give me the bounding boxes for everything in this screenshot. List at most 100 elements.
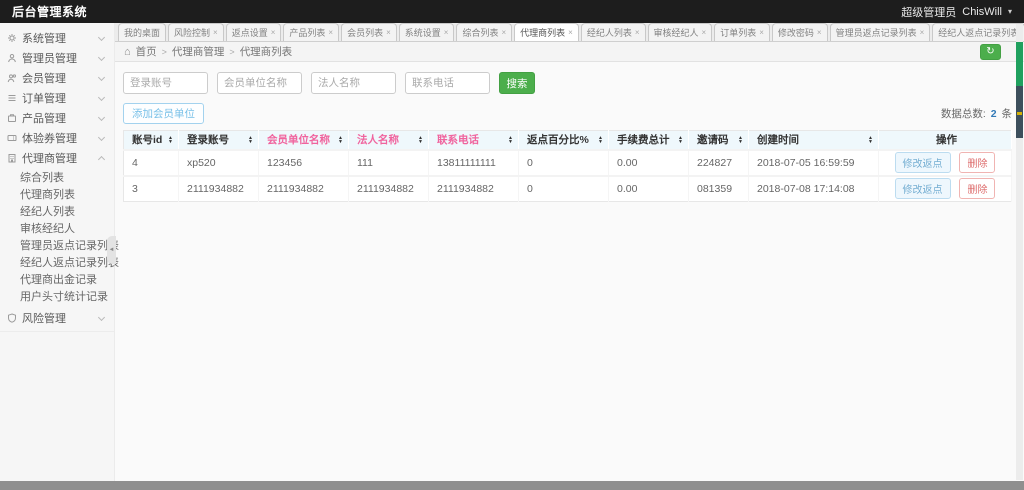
close-icon[interactable]: × [328, 28, 333, 37]
member-unit-name-input[interactable] [217, 72, 302, 94]
close-icon[interactable]: × [635, 28, 640, 37]
close-icon[interactable]: × [817, 28, 822, 37]
sort-icon[interactable]: ▲ ▼ [168, 135, 173, 144]
tab-member-list[interactable]: 会员列表 × [341, 23, 397, 41]
sort-icon[interactable]: ▲ ▼ [508, 135, 513, 144]
contact-phone-input[interactable] [405, 72, 490, 94]
tab-product-list[interactable]: 产品列表 × [283, 23, 340, 41]
close-icon[interactable]: × [501, 28, 506, 37]
cell-operations: 修改返点 删除 [878, 174, 1012, 202]
sidebar-item-label: 风险管理 [22, 313, 66, 325]
tab-risk-control[interactable]: 风险控制 × [168, 23, 224, 41]
tab-order-list[interactable]: 订单列表 × [714, 23, 770, 41]
close-icon[interactable]: × [702, 28, 707, 37]
col-member-unit-name: 会员单位名称 ▲ ▼ [258, 130, 349, 150]
tab-comprehensive-list[interactable]: 综合列表 × [456, 23, 513, 41]
close-icon[interactable]: × [213, 28, 218, 37]
close-icon[interactable]: × [920, 28, 925, 37]
add-member-unit-button[interactable]: 添加会员单位 [123, 103, 204, 124]
sidebar-sub-agent-list[interactable]: 代理商列表 [0, 185, 114, 202]
tab-broker-rebate-records[interactable]: 经纪人返点记录列表 [932, 23, 1024, 41]
legal-person-name-input[interactable] [311, 72, 396, 94]
chevron-down-icon [97, 93, 106, 101]
scrollbar[interactable] [1016, 24, 1023, 480]
login-account-input[interactable] [123, 72, 208, 94]
sort-icon[interactable]: ▲ ▼ [738, 135, 743, 144]
sort-icon[interactable]: ▲ ▼ [338, 135, 343, 144]
shield-icon [8, 313, 16, 323]
user-menu[interactable]: 超级管理员 ChisWill ▾ [901, 4, 1012, 20]
tab-admin-rebate-records[interactable]: 管理员返点记录列表 × [829, 23, 931, 41]
sort-icon[interactable]: ▲ ▼ [868, 135, 873, 144]
cell-fee-total: 0.00 [608, 174, 689, 202]
sort-icon[interactable]: ▲ ▼ [418, 135, 423, 144]
sort-icon[interactable]: ▲ ▼ [678, 135, 683, 144]
col-operations: 操作 [878, 130, 1012, 150]
chevron-down-icon [97, 133, 106, 141]
close-icon[interactable]: × [386, 28, 391, 37]
cell-invite-code: 081359 [688, 174, 749, 202]
user-role: 超级管理员 [901, 6, 957, 19]
submenu-label: 代理商列表 [20, 188, 75, 201]
refresh-button[interactable]: ↻ [980, 43, 1001, 60]
sidebar-sub-broker-list[interactable]: 经纪人列表 [0, 202, 114, 219]
sidebar-item-coupon[interactable]: 体验券管理 [0, 128, 114, 148]
delete-button[interactable]: 删除 [959, 178, 996, 200]
sidebar-item-order[interactable]: 订单管理 [0, 88, 114, 108]
cell-invite-code: 224827 [688, 148, 749, 176]
sidebar-sub-audit-broker[interactable]: 审核经纪人 [0, 219, 114, 236]
edit-rebate-button[interactable]: 修改返点 [894, 178, 951, 200]
cell-login-account: 2111934882 [178, 174, 259, 202]
tab-broker-list[interactable]: 经纪人列表 × [580, 23, 646, 41]
sidebar-item-system[interactable]: 系统管理 [0, 28, 114, 48]
tab-agent-list[interactable]: 代理商列表 × [514, 23, 579, 41]
sidebar-item-product[interactable]: 产品管理 [0, 108, 114, 128]
breadcrumb-agent-management[interactable]: 代理商管理 [172, 44, 225, 59]
close-icon[interactable]: × [444, 28, 449, 37]
tab-system-settings[interactable]: 系统设置 × [398, 23, 455, 41]
sidebar-item-agent[interactable]: 代理商管理 [0, 148, 114, 168]
tab-my-desktop[interactable]: 我的桌面 [118, 23, 167, 41]
sidebar-sub-agent-withdraw-records[interactable]: 代理商出金记录 [0, 270, 114, 287]
sidebar-item-member[interactable]: 会员管理 [0, 68, 114, 88]
app-title: 后台管理系统 [12, 5, 88, 19]
tab-label: 产品列表 [289, 28, 326, 38]
col-account-id: 账号id ▲ ▼ [123, 130, 179, 150]
delete-button[interactable]: 删除 [959, 152, 996, 173]
submenu-label: 经纪人列表 [20, 205, 75, 218]
breadcrumb-home[interactable]: 首页 [136, 44, 157, 59]
sidebar-sub-comprehensive-list[interactable]: 综合列表 [0, 168, 114, 185]
close-icon[interactable]: × [568, 28, 573, 37]
tab-audit-broker[interactable]: 审核经纪人 × [647, 23, 713, 41]
sidebar-sub-user-position-stats[interactable]: 用户头寸统计记录 [0, 287, 114, 304]
scrollbar-thumb-green[interactable] [1016, 42, 1023, 86]
cell-created-time: 2018-07-05 16:59:59 [748, 148, 879, 176]
sidebar-item-label: 代理商管理 [22, 153, 77, 165]
briefcase-icon [8, 114, 16, 122]
sort-icon[interactable]: ▲ ▼ [598, 135, 603, 144]
chevron-down-icon: ▾ [1007, 7, 1012, 16]
cell-member-unit-name: 2111934882 [258, 174, 349, 202]
data-total-count: 2 [990, 108, 997, 120]
sidebar-submenu-agent: 综合列表 代理商列表 经纪人列表 审核经纪人 管理员返点记录列表 经纪人返点记录… [0, 168, 119, 304]
edit-rebate-button[interactable]: 修改返点 [894, 152, 951, 173]
col-created-time: 创建时间 ▲ ▼ [748, 130, 879, 150]
close-icon[interactable]: × [759, 28, 764, 37]
sidebar-item-risk[interactable]: 风险管理 [0, 308, 114, 328]
close-icon[interactable]: × [271, 28, 276, 37]
sidebar-sub-broker-rebate-records[interactable]: 经纪人返点记录列表 [0, 253, 119, 270]
sort-icon[interactable]: ▲ ▼ [248, 135, 253, 144]
sidebar-collapse-handle[interactable]: ◄ [107, 236, 116, 264]
sidebar-item-admin[interactable]: 管理员管理 [0, 48, 114, 68]
users-icon [7, 74, 17, 83]
tab-rebate-settings[interactable]: 返点设置 × [225, 23, 282, 41]
table-row: 3 2111934882 2111934882 2111934882 21119… [123, 174, 1012, 202]
breadcrumb: ⌂ 首页 > 代理商管理 > 代理商列表 ↻ [115, 42, 1024, 62]
sidebar-sub-admin-rebate-records[interactable]: 管理员返点记录列表 [0, 236, 119, 253]
cell-operations: 修改返点 删除 [878, 148, 1012, 176]
search-button[interactable]: 搜索 [499, 72, 535, 94]
home-icon: ⌂ [124, 45, 131, 58]
tab-change-password[interactable]: 修改密码 × [771, 23, 828, 41]
breadcrumb-agent-list[interactable]: 代理商列表 [240, 44, 293, 59]
data-total-label: 数据总数: [940, 108, 986, 120]
